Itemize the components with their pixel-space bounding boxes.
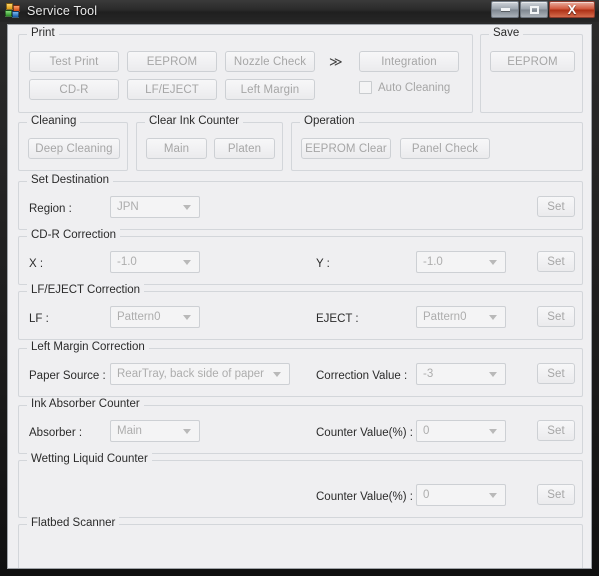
group-print-legend: Print	[27, 27, 59, 39]
left-margin-correction-set-button[interactable]: Set	[537, 363, 575, 384]
wetting-liquid-counter-set-button[interactable]: Set	[537, 484, 575, 505]
close-button[interactable]: X	[549, 1, 595, 18]
group-set-destination: Set Destination Region : JPN Set	[18, 174, 583, 230]
ink-absorber-counter-value-select[interactable]: 0	[416, 420, 506, 442]
paper-source-select[interactable]: RearTray, back side of paper	[110, 363, 290, 385]
nozzle-check-button[interactable]: Nozzle Check	[225, 51, 315, 72]
region-label: Region :	[29, 203, 72, 215]
window-title: Service Tool	[27, 4, 98, 18]
auto-cleaning-label: Auto Cleaning	[378, 81, 451, 94]
ink-absorber-counter-value-label: Counter Value(%) :	[316, 427, 413, 439]
eject-select[interactable]: Pattern0	[416, 306, 506, 328]
close-icon: X	[567, 2, 577, 17]
chevron-down-icon	[489, 315, 497, 320]
group-ink-absorber-counter-legend: Ink Absorber Counter	[27, 398, 144, 410]
group-left-margin-correction: Left Margin Correction Paper Source : Re…	[18, 341, 583, 397]
wetting-liquid-counter-value-select[interactable]: 0	[416, 484, 506, 506]
group-operation: Operation EEPROM Clear Panel Check	[291, 115, 583, 171]
group-cleaning: Cleaning Deep Cleaning	[18, 115, 128, 171]
eject-label: EJECT :	[316, 313, 359, 325]
app-blocks-icon	[5, 3, 21, 19]
left-margin-print-button[interactable]: Left Margin	[225, 79, 315, 100]
eeprom-print-button[interactable]: EEPROM	[127, 51, 217, 72]
double-chevron-right-icon: ≫	[329, 54, 343, 69]
group-save-legend: Save	[489, 27, 524, 39]
auto-cleaning-checkbox-box[interactable]	[359, 81, 372, 94]
chevron-down-icon	[183, 205, 191, 210]
chevron-down-icon	[183, 429, 191, 434]
chevron-down-icon	[489, 429, 497, 434]
wetting-liquid-counter-value-label: Counter Value(%) :	[316, 491, 413, 503]
save-eeprom-button[interactable]: EEPROM	[490, 51, 575, 72]
ink-absorber-counter-set-button[interactable]: Set	[537, 420, 575, 441]
cdr-correction-set-button[interactable]: Set	[537, 251, 575, 272]
cdr-y-label: Y :	[316, 258, 330, 270]
chevron-down-icon	[183, 315, 191, 320]
group-operation-legend: Operation	[300, 115, 359, 127]
chevron-down-icon	[489, 260, 497, 265]
region-select[interactable]: JPN	[110, 196, 200, 218]
chevron-down-icon	[489, 493, 497, 498]
minimize-icon	[500, 8, 510, 11]
group-left-margin-correction-legend: Left Margin Correction	[27, 341, 149, 353]
cdr-y-select[interactable]: -1.0	[416, 251, 506, 273]
clear-ink-platen-button[interactable]: Platen	[214, 138, 275, 159]
group-cdr-correction-legend: CD-R Correction	[27, 229, 120, 241]
service-tool-window: Service Tool X Print Test Print EEPROM N…	[0, 0, 599, 576]
panel-check-button[interactable]: Panel Check	[400, 138, 490, 159]
lf-eject-print-button[interactable]: LF/EJECT	[127, 79, 217, 100]
cdr-x-select[interactable]: -1.0	[110, 251, 200, 273]
group-lf-eject-correction: LF/EJECT Correction LF : Pattern0 EJECT …	[18, 284, 583, 340]
test-print-button[interactable]: Test Print	[29, 51, 119, 72]
cdr-x-label: X :	[29, 258, 44, 270]
chevron-down-icon	[273, 372, 281, 377]
deep-cleaning-button[interactable]: Deep Cleaning	[28, 138, 120, 159]
integration-button[interactable]: Integration	[359, 51, 459, 72]
group-flatbed-scanner: Flatbed Scanner	[18, 517, 583, 568]
cdr-print-button[interactable]: CD-R	[29, 79, 119, 100]
group-lf-eject-correction-legend: LF/EJECT Correction	[27, 284, 145, 296]
maximize-icon	[529, 5, 539, 14]
lf-eject-correction-set-button[interactable]: Set	[537, 306, 575, 327]
chevron-down-icon	[489, 372, 497, 377]
group-flatbed-scanner-legend: Flatbed Scanner	[27, 517, 120, 529]
client-area: Print Test Print EEPROM Nozzle Check CD-…	[7, 24, 592, 569]
group-save: Save EEPROM	[480, 27, 583, 113]
group-clear-ink-counter: Clear Ink Counter Main Platen	[136, 115, 283, 171]
clear-ink-main-button[interactable]: Main	[146, 138, 207, 159]
set-destination-set-button[interactable]: Set	[537, 196, 575, 217]
group-cdr-correction: CD-R Correction X : -1.0 Y : -1.0 Set	[18, 229, 583, 285]
chevron-down-icon	[183, 260, 191, 265]
left-margin-correction-value-label: Correction Value :	[316, 370, 408, 382]
eeprom-clear-button[interactable]: EEPROM Clear	[301, 138, 391, 159]
absorber-label: Absorber :	[29, 427, 83, 439]
window-controls: X	[491, 1, 595, 18]
title-bar[interactable]: Service Tool X	[0, 0, 599, 22]
group-wetting-liquid-counter: Wetting Liquid Counter Counter Value(%) …	[18, 453, 583, 518]
group-cleaning-legend: Cleaning	[27, 115, 81, 127]
minimize-button[interactable]	[491, 1, 519, 18]
lf-select[interactable]: Pattern0	[110, 306, 200, 328]
group-wetting-liquid-counter-legend: Wetting Liquid Counter	[27, 453, 152, 465]
maximize-button[interactable]	[520, 1, 548, 18]
group-clear-ink-counter-legend: Clear Ink Counter	[145, 115, 244, 127]
auto-cleaning-checkbox[interactable]: Auto Cleaning	[359, 81, 450, 94]
paper-source-label: Paper Source :	[29, 370, 106, 382]
group-set-destination-legend: Set Destination	[27, 174, 113, 186]
absorber-select[interactable]: Main	[110, 420, 200, 442]
group-ink-absorber-counter: Ink Absorber Counter Absorber : Main Cou…	[18, 398, 583, 454]
group-print: Print Test Print EEPROM Nozzle Check CD-…	[18, 27, 473, 113]
lf-label: LF :	[29, 313, 49, 325]
left-margin-correction-value-select[interactable]: -3	[416, 363, 506, 385]
